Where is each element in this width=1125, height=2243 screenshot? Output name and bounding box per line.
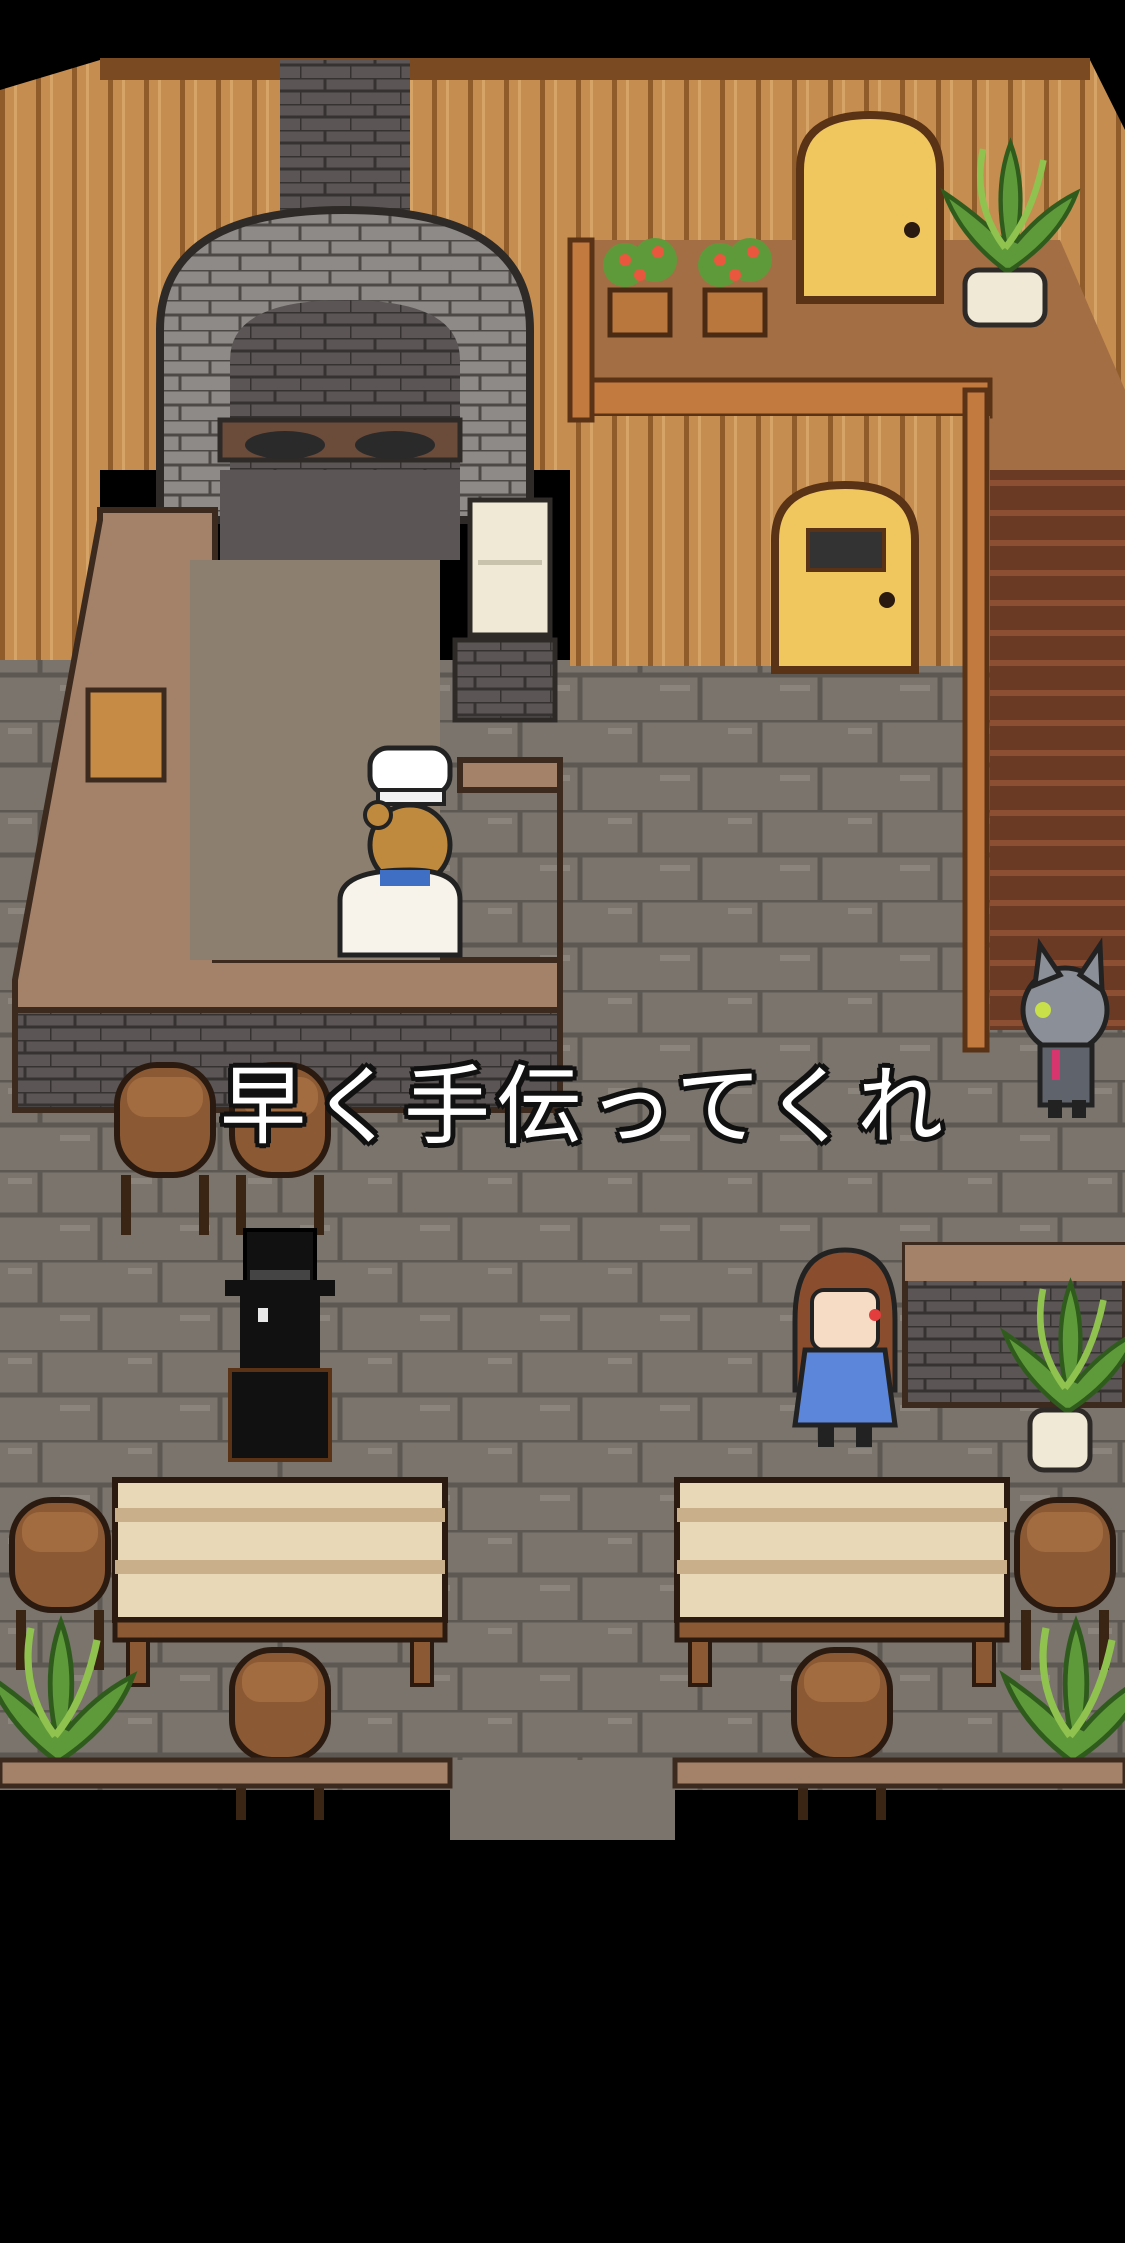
dialogue-text: 早く手伝ってくれ — [220, 1057, 950, 1157]
girl-character[interactable] — [792, 1247, 898, 1447]
upper-door[interactable] — [796, 110, 944, 304]
staircase — [990, 470, 1125, 1030]
refrigerator — [452, 497, 558, 723]
doorway-floor — [450, 1760, 675, 1840]
lower-door[interactable] — [771, 480, 919, 674]
chair — [232, 1650, 328, 1820]
chair — [794, 1650, 890, 1820]
bottom-rail-right — [672, 1757, 1125, 1789]
bottom-rail-left — [0, 1757, 453, 1789]
